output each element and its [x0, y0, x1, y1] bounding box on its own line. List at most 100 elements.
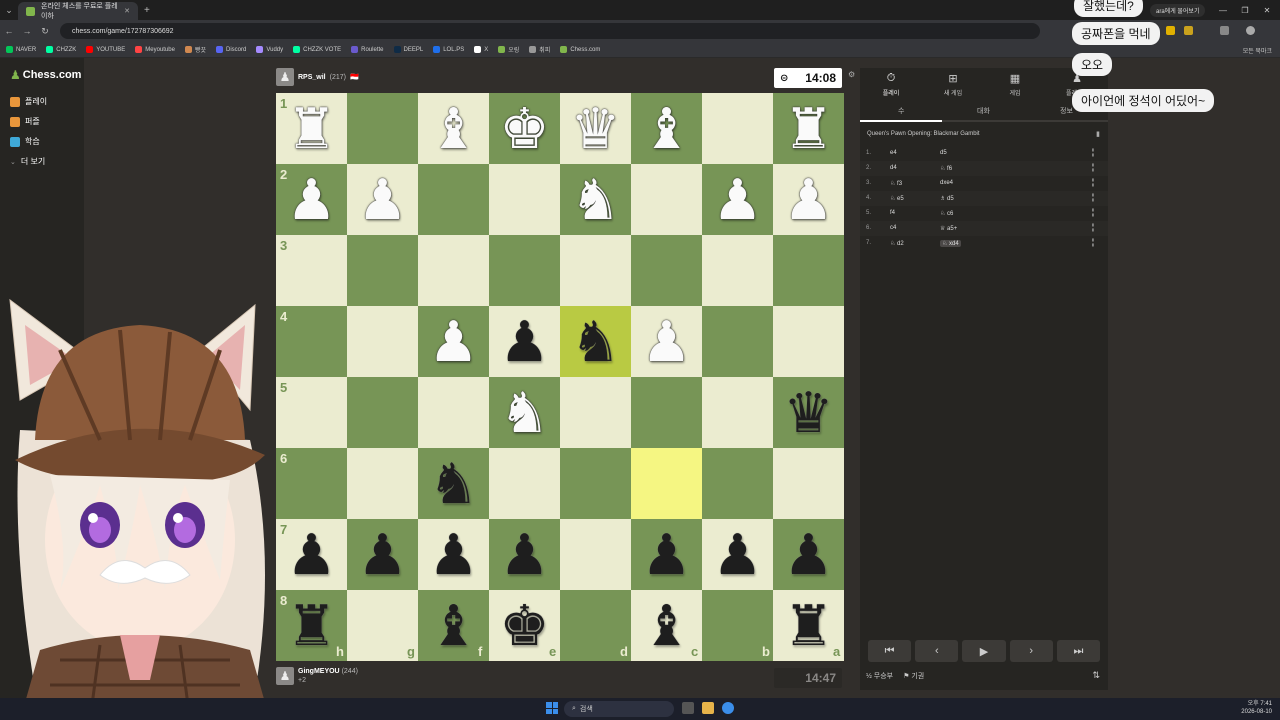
subtab-info[interactable]: 정보: [1060, 106, 1073, 116]
bookmark-item[interactable]: YOUTUBE: [86, 46, 125, 53]
subtab-chat[interactable]: 대화: [977, 106, 990, 116]
file-explorer-icon[interactable]: [702, 702, 714, 714]
maximize-icon[interactable]: ❐: [1234, 0, 1256, 20]
white-move[interactable]: c4: [890, 225, 896, 231]
bookmark-item[interactable]: DEEPL: [393, 46, 423, 53]
resign-button[interactable]: ⚑ 기권: [903, 671, 924, 681]
board-square[interactable]: [631, 448, 702, 519]
white-move[interactable]: e4: [890, 150, 897, 156]
white-knight-piece[interactable]: ♞: [489, 377, 560, 448]
white-bishop-piece[interactable]: ♝: [631, 93, 702, 164]
board-square[interactable]: [773, 235, 844, 306]
bookmark-item[interactable]: Roulette: [351, 46, 384, 53]
black-queen-piece[interactable]: ♛: [773, 377, 844, 448]
sidebar-item-learn[interactable]: 학습: [10, 136, 40, 147]
black-move[interactable]: ♘ f6: [940, 165, 952, 172]
taskbar-search[interactable]: ⌕ 검색: [564, 701, 674, 717]
white-move[interactable]: f4: [890, 210, 895, 216]
bookmark-item[interactable]: 빵끗: [184, 45, 206, 54]
prev-move-button[interactable]: ‹: [915, 640, 959, 662]
board-square[interactable]: [702, 448, 773, 519]
black-knight-piece[interactable]: ♞: [560, 306, 631, 377]
windows-start-icon[interactable]: [546, 702, 558, 714]
white-move[interactable]: ♘ e5: [890, 195, 904, 202]
bookmark-item[interactable]: Vuddy: [256, 46, 283, 53]
board-square[interactable]: [560, 448, 631, 519]
board-square[interactable]: [631, 235, 702, 306]
system-tray-clock[interactable]: 오후 7:41 2026-08-10: [1241, 700, 1272, 716]
opening-name[interactable]: Queen's Pawn Opening: Blackmar Gambit: [867, 131, 980, 137]
black-bishop-piece[interactable]: ♝: [631, 590, 702, 661]
white-move[interactable]: d4: [890, 165, 897, 171]
book-icon[interactable]: ▮: [1096, 130, 1100, 138]
black-pawn-piece[interactable]: ♟: [702, 519, 773, 590]
white-rook-piece[interactable]: ♜: [773, 93, 844, 164]
board-square[interactable]: [489, 164, 560, 235]
board-square[interactable]: [347, 93, 418, 164]
black-bishop-piece[interactable]: ♝: [418, 590, 489, 661]
back-icon[interactable]: ←: [0, 26, 18, 36]
white-bishop-piece[interactable]: ♝: [418, 93, 489, 164]
board-square[interactable]: [631, 164, 702, 235]
forward-icon[interactable]: →: [18, 26, 36, 36]
black-move[interactable]: d5: [940, 150, 947, 156]
bookmark-item[interactable]: CHZZK VOTE: [293, 46, 341, 53]
tab-games[interactable]: ▦ 게임: [984, 72, 1046, 97]
black-move[interactable]: ♕ a5+: [940, 225, 957, 232]
reload-icon[interactable]: ↻: [36, 26, 54, 37]
board-square[interactable]: [773, 306, 844, 377]
board-square[interactable]: [560, 235, 631, 306]
white-pawn-piece[interactable]: ♟: [702, 164, 773, 235]
white-move[interactable]: ♘ d2: [890, 240, 904, 247]
bookmark-item[interactable]: Chess.com: [560, 46, 600, 53]
draw-button[interactable]: ½ 무승부: [866, 671, 893, 681]
bookmark-item[interactable]: Meyoutube: [135, 46, 175, 53]
extensions-puzzle-icon[interactable]: [1220, 26, 1229, 35]
board-square[interactable]: [489, 235, 560, 306]
last-move-button[interactable]: ⏭: [1056, 640, 1101, 662]
black-pawn-piece[interactable]: ♟: [773, 519, 844, 590]
black-king-piece[interactable]: ♚: [489, 590, 560, 661]
board-square[interactable]: [702, 377, 773, 448]
bookmark-item[interactable]: X: [474, 46, 488, 53]
board-square[interactable]: [347, 448, 418, 519]
board-square[interactable]: [631, 377, 702, 448]
white-pawn-piece[interactable]: ♟: [276, 164, 347, 235]
chess-logo[interactable]: ♟ Chess.com: [10, 68, 81, 82]
black-move[interactable]: ♗ d5: [940, 195, 954, 202]
top-player[interactable]: ♟ RPS_wil (217) 🇮🇩: [276, 68, 359, 86]
board-square[interactable]: [773, 448, 844, 519]
black-rook-piece[interactable]: ♜: [773, 590, 844, 661]
board-square[interactable]: [702, 93, 773, 164]
board-square[interactable]: [418, 164, 489, 235]
board-square[interactable]: [560, 377, 631, 448]
board-square[interactable]: [418, 377, 489, 448]
white-pawn-piece[interactable]: ♟: [418, 306, 489, 377]
first-move-button[interactable]: ⏮: [868, 640, 912, 662]
extension-icon[interactable]: [1184, 26, 1193, 35]
extension-icon[interactable]: [1166, 26, 1175, 35]
tab-new-game[interactable]: ⊞ 새 게임: [922, 72, 984, 97]
white-knight-piece[interactable]: ♞: [560, 164, 631, 235]
black-pawn-piece[interactable]: ♟: [631, 519, 702, 590]
white-pawn-piece[interactable]: ♟: [631, 306, 702, 377]
tab-play[interactable]: ⏱ 플레이: [860, 72, 922, 97]
bookmark-item[interactable]: Discord: [215, 46, 246, 53]
new-tab-icon[interactable]: +: [144, 5, 150, 16]
browser-tab[interactable]: 온라인 체스를 무료로 플레이하 ✕: [18, 2, 138, 20]
task-view-icon[interactable]: [682, 702, 694, 714]
subtab-moves[interactable]: 수: [898, 106, 904, 116]
black-move[interactable]: dxe4: [940, 180, 953, 186]
settings-gear-icon[interactable]: ⚙: [848, 70, 855, 79]
white-move[interactable]: ♘ f3: [890, 180, 902, 187]
white-queen-piece[interactable]: ♛: [560, 93, 631, 164]
play-button[interactable]: ▶: [962, 640, 1006, 662]
black-pawn-piece[interactable]: ♟: [489, 306, 560, 377]
board-square[interactable]: [347, 377, 418, 448]
extension-ask-button[interactable]: ara에게 물어보기: [1150, 4, 1206, 17]
white-king-piece[interactable]: ♚: [489, 93, 560, 164]
close-tab-icon[interactable]: ✕: [124, 7, 130, 15]
black-pawn-piece[interactable]: ♟: [347, 519, 418, 590]
minimize-icon[interactable]: —: [1212, 0, 1234, 20]
board-square[interactable]: [702, 306, 773, 377]
